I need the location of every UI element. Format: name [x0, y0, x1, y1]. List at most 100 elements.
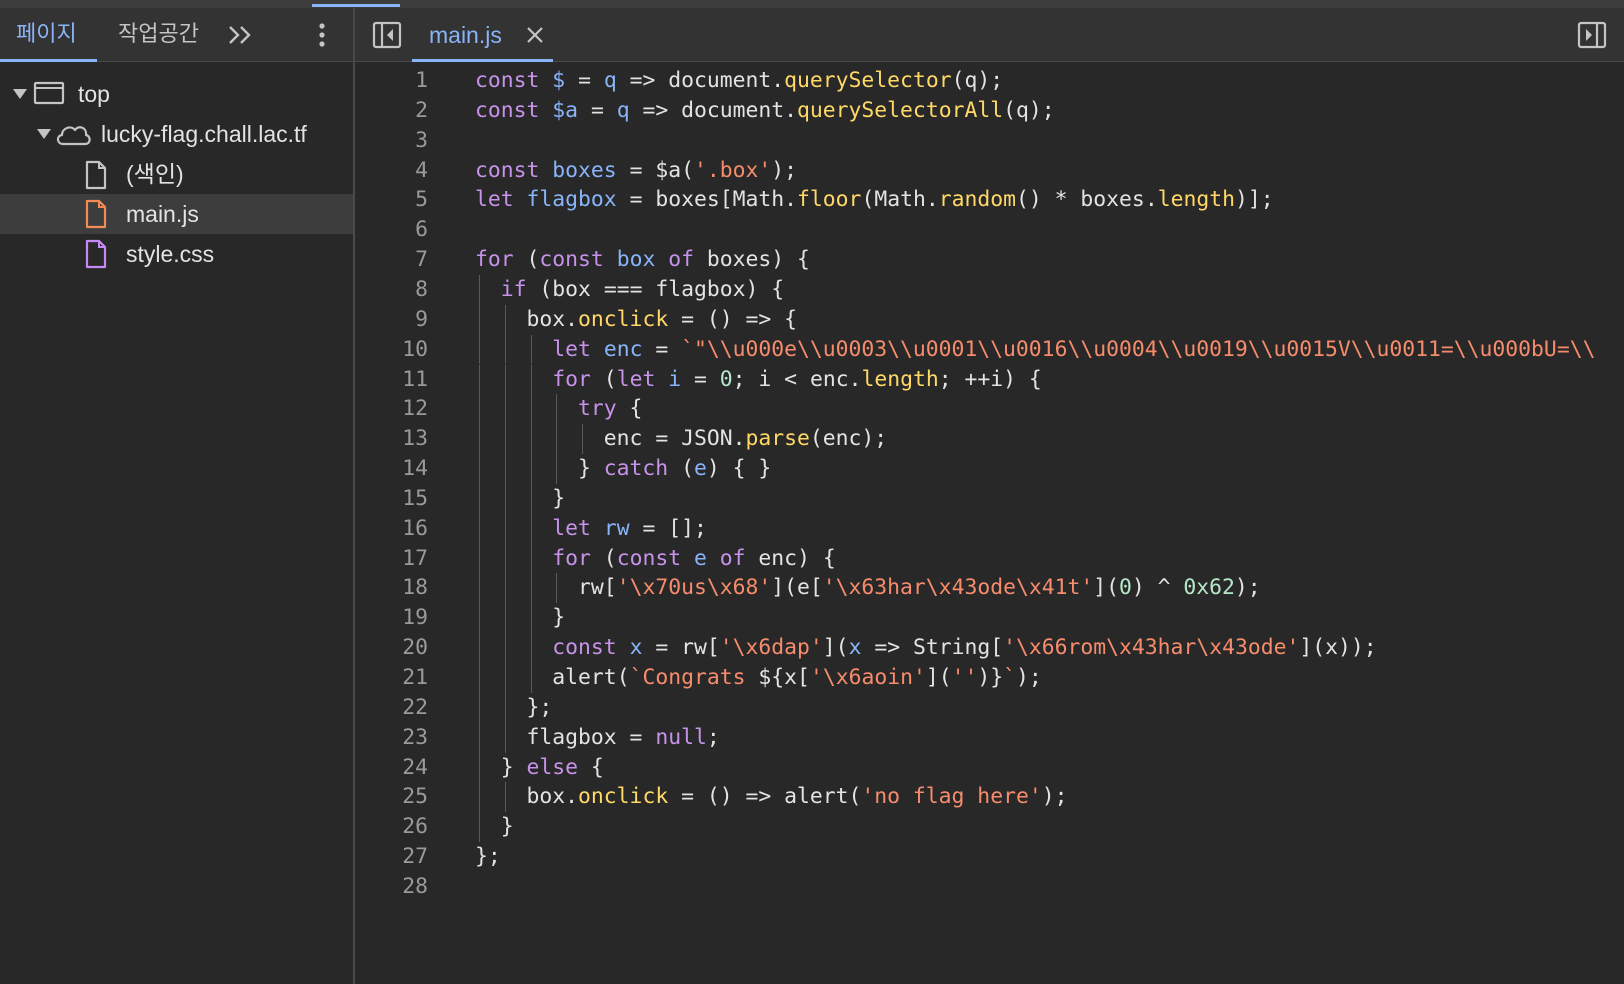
- code-line[interactable]: 23 flagbox = null;: [355, 723, 1624, 754]
- tab-main-js[interactable]: main.js: [412, 8, 553, 62]
- code-text: const $ = q => document.querySelector(q)…: [475, 68, 1004, 93]
- code-line[interactable]: 28: [355, 872, 1624, 903]
- code-line[interactable]: 15 }: [355, 484, 1624, 515]
- line-number[interactable]: 21: [355, 663, 428, 694]
- line-number[interactable]: 11: [355, 365, 428, 396]
- line-number[interactable]: 9: [355, 305, 428, 336]
- indent-guide: [479, 633, 480, 663]
- indent-guide: [530, 633, 532, 663]
- code-line[interactable]: 3: [355, 126, 1624, 157]
- tree-item-top[interactable]: top: [0, 74, 353, 114]
- code-line[interactable]: 21 alert(`Congrats ${x['\x6aoin']('')}`)…: [355, 663, 1624, 694]
- code-line[interactable]: 25 box.onclick = () => alert('no flag he…: [355, 782, 1624, 813]
- line-number[interactable]: 3: [355, 126, 428, 157]
- code-line[interactable]: 7 for (const box of boxes) {: [355, 245, 1624, 276]
- code-line[interactable]: 26 }: [355, 812, 1624, 843]
- code-line[interactable]: 9 box.onclick = () => {: [355, 305, 1624, 336]
- line-number[interactable]: 20: [355, 633, 428, 664]
- line-number[interactable]: 4: [355, 156, 428, 187]
- close-icon[interactable]: [525, 25, 545, 45]
- line-number[interactable]: 16: [355, 514, 428, 545]
- indent-guide: [530, 573, 532, 604]
- code-editor[interactable]: 1 const $ = q => document.querySelector(q…: [355, 63, 1624, 984]
- code-line[interactable]: 5 let flagbox = boxes[Math.floor(Math.ran…: [355, 185, 1624, 216]
- tree-item-label: lucky-flag.chall.lac.tf: [101, 121, 307, 147]
- line-number[interactable]: 17: [355, 544, 428, 575]
- line-number[interactable]: 14: [355, 454, 428, 485]
- code-line[interactable]: 19 }: [355, 603, 1624, 634]
- code-text: box.onclick = () => alert('no flag here'…: [526, 784, 1068, 810]
- indent-guide: [530, 364, 532, 395]
- code-line[interactable]: 18 rw['\x70us\x68'](e['\x63har\x43ode\x4…: [355, 573, 1624, 604]
- indent-guide: [479, 752, 480, 783]
- code-line[interactable]: 20 const x = rw['\x6dap'](x => String['\…: [355, 633, 1624, 664]
- tree-item-main-js[interactable]: main.js: [0, 194, 353, 234]
- code-line[interactable]: 8 if (box === flagbox) {: [355, 275, 1624, 306]
- indent-guide: [479, 334, 480, 365]
- line-number[interactable]: 1: [355, 66, 428, 97]
- line-number[interactable]: 6: [355, 215, 428, 246]
- line-number[interactable]: 25: [355, 782, 428, 813]
- code-line[interactable]: 11 for (let i = 0; i < enc.length; ++i) …: [355, 365, 1624, 396]
- tree-item-label: top: [78, 81, 110, 107]
- code-line[interactable]: 1 const $ = q => document.querySelector(q…: [355, 66, 1624, 97]
- line-number[interactable]: 18: [355, 573, 428, 604]
- toggle-debugger-icon[interactable]: [1577, 20, 1607, 50]
- code-line[interactable]: 2 const $a = q => document.querySelectorA…: [355, 96, 1624, 127]
- code-line[interactable]: 27};: [355, 842, 1624, 873]
- line-number[interactable]: 5: [355, 185, 428, 216]
- indent-guide: [582, 424, 584, 455]
- line-number[interactable]: 28: [355, 872, 428, 903]
- code-text: } else {: [475, 754, 604, 780]
- toggle-navigator-icon[interactable]: [372, 20, 402, 50]
- code-line[interactable]: 6: [355, 215, 1624, 246]
- code-text: for (const e of enc) {: [552, 545, 836, 571]
- expand-arrow-icon[interactable]: [12, 88, 28, 100]
- indent-guide: [504, 573, 506, 604]
- line-number[interactable]: 27: [355, 842, 428, 873]
- indent-guide: [530, 663, 532, 693]
- tree-item-index[interactable]: (색인): [0, 154, 353, 194]
- line-number[interactable]: 26: [355, 812, 428, 843]
- code-line[interactable]: 24 } else {: [355, 753, 1624, 784]
- code-line[interactable]: 22 };: [355, 693, 1624, 724]
- line-number[interactable]: 2: [355, 96, 428, 127]
- code-line[interactable]: 13 enc = JSON.parse(enc);: [355, 424, 1624, 455]
- code-text: if (box === flagbox) {: [500, 276, 785, 302]
- expand-arrow-icon[interactable]: [36, 128, 52, 140]
- file-icon: [85, 160, 107, 190]
- code-line[interactable]: 12 try {: [355, 394, 1624, 425]
- code-text: try {: [578, 396, 643, 422]
- code-line[interactable]: 14 } catch (e) { }: [355, 454, 1624, 485]
- line-number[interactable]: 19: [355, 603, 428, 634]
- line-number[interactable]: 10: [355, 335, 428, 366]
- active-panel-indicator: [312, 4, 400, 7]
- tree-item-domain[interactable]: lucky-flag.chall.lac.tf: [0, 114, 353, 154]
- line-number[interactable]: 15: [355, 484, 428, 515]
- indent-guide: [504, 513, 506, 544]
- line-number[interactable]: 7: [355, 245, 428, 276]
- code-line[interactable]: 10 let enc = `"\\u000e\\u0003\\u0001\\u0…: [355, 335, 1624, 366]
- tab-workspace[interactable]: 작업공간: [118, 8, 199, 62]
- kebab-menu-icon[interactable]: [312, 20, 332, 50]
- line-number[interactable]: 24: [355, 753, 428, 784]
- cloud-icon: [56, 126, 91, 146]
- code-line[interactable]: 16 let rw = [];: [355, 514, 1624, 545]
- indent-guide: [479, 424, 480, 455]
- tree-item-style-css[interactable]: style.css: [0, 234, 353, 274]
- line-number[interactable]: 8: [355, 275, 428, 306]
- code-text: } catch (e) { }: [475, 456, 772, 482]
- indent-guide: [504, 633, 506, 663]
- code-line[interactable]: 17 for (const e of enc) {: [355, 544, 1624, 575]
- indent-guide: [530, 334, 532, 365]
- line-number[interactable]: 12: [355, 394, 428, 425]
- code-text: }: [475, 605, 566, 631]
- chevron-double-right-icon[interactable]: [226, 20, 258, 50]
- line-number[interactable]: 23: [355, 723, 428, 754]
- tab-pages[interactable]: 페이지: [0, 8, 97, 62]
- code-line[interactable]: 4 const boxes = $a('.box');: [355, 156, 1624, 187]
- code-text: alert(`Congrats ${x['\x6aoin']('')}`);: [552, 665, 1042, 690]
- line-number[interactable]: 22: [355, 693, 428, 724]
- line-number[interactable]: 13: [355, 424, 428, 455]
- indent-guide: [530, 424, 532, 455]
